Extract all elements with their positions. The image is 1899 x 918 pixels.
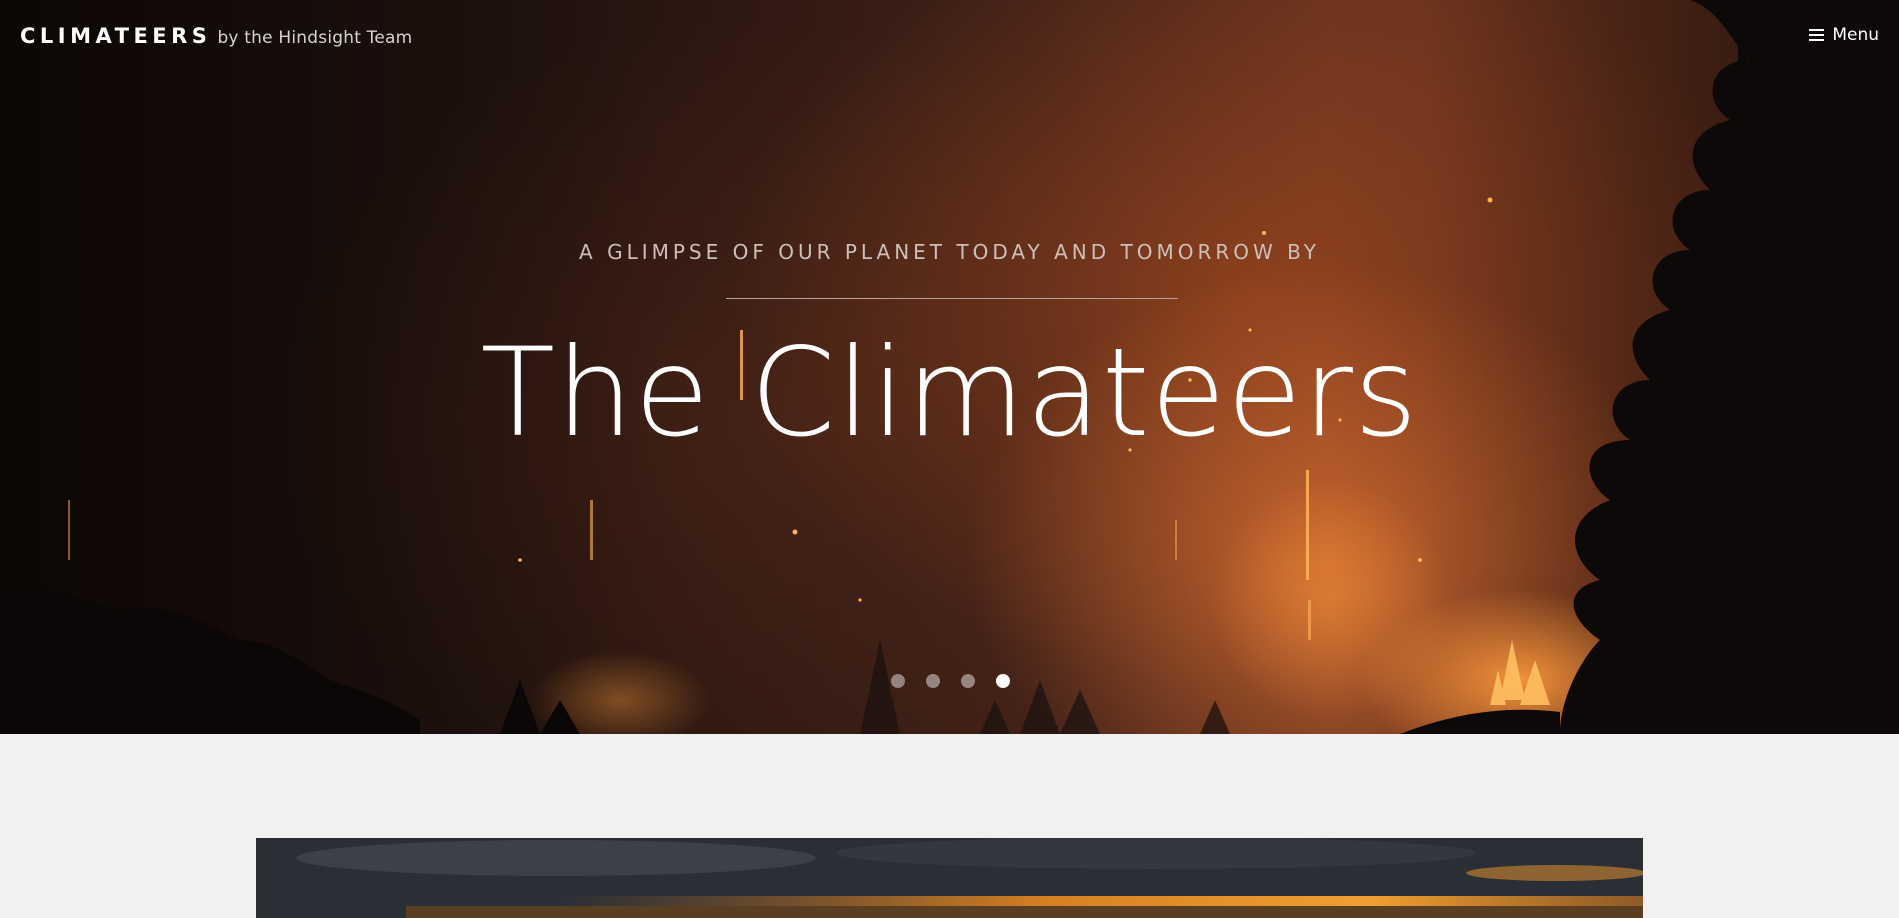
slide-dot-4[interactable] [996, 674, 1010, 688]
menu-label: Menu [1832, 25, 1879, 45]
slide-dot-3[interactable] [961, 674, 975, 688]
hero-divider [726, 298, 1178, 299]
hamburger-icon [1809, 28, 1825, 42]
slide-indicators [891, 674, 1010, 688]
site-brand[interactable]: CLIMATEERS by the Hindsight Team [20, 24, 412, 48]
hero-title: The Climateers [480, 322, 1419, 464]
sunset-clouds-graphic [256, 838, 1643, 918]
stormy-sunset-image [256, 838, 1643, 918]
brand-subtitle: by the Hindsight Team [217, 28, 413, 48]
slide-dot-2[interactable] [926, 674, 940, 688]
hero-slideshow: CLIMATEERS by the Hindsight Team Menu A … [0, 0, 1899, 734]
menu-button[interactable]: Menu [1809, 25, 1879, 45]
slide-dot-1[interactable] [891, 674, 905, 688]
brand-name[interactable]: CLIMATEERS [20, 24, 211, 48]
hero-kicker: A GLIMPSE OF OUR PLANET TODAY AND TOMORR… [579, 240, 1320, 264]
